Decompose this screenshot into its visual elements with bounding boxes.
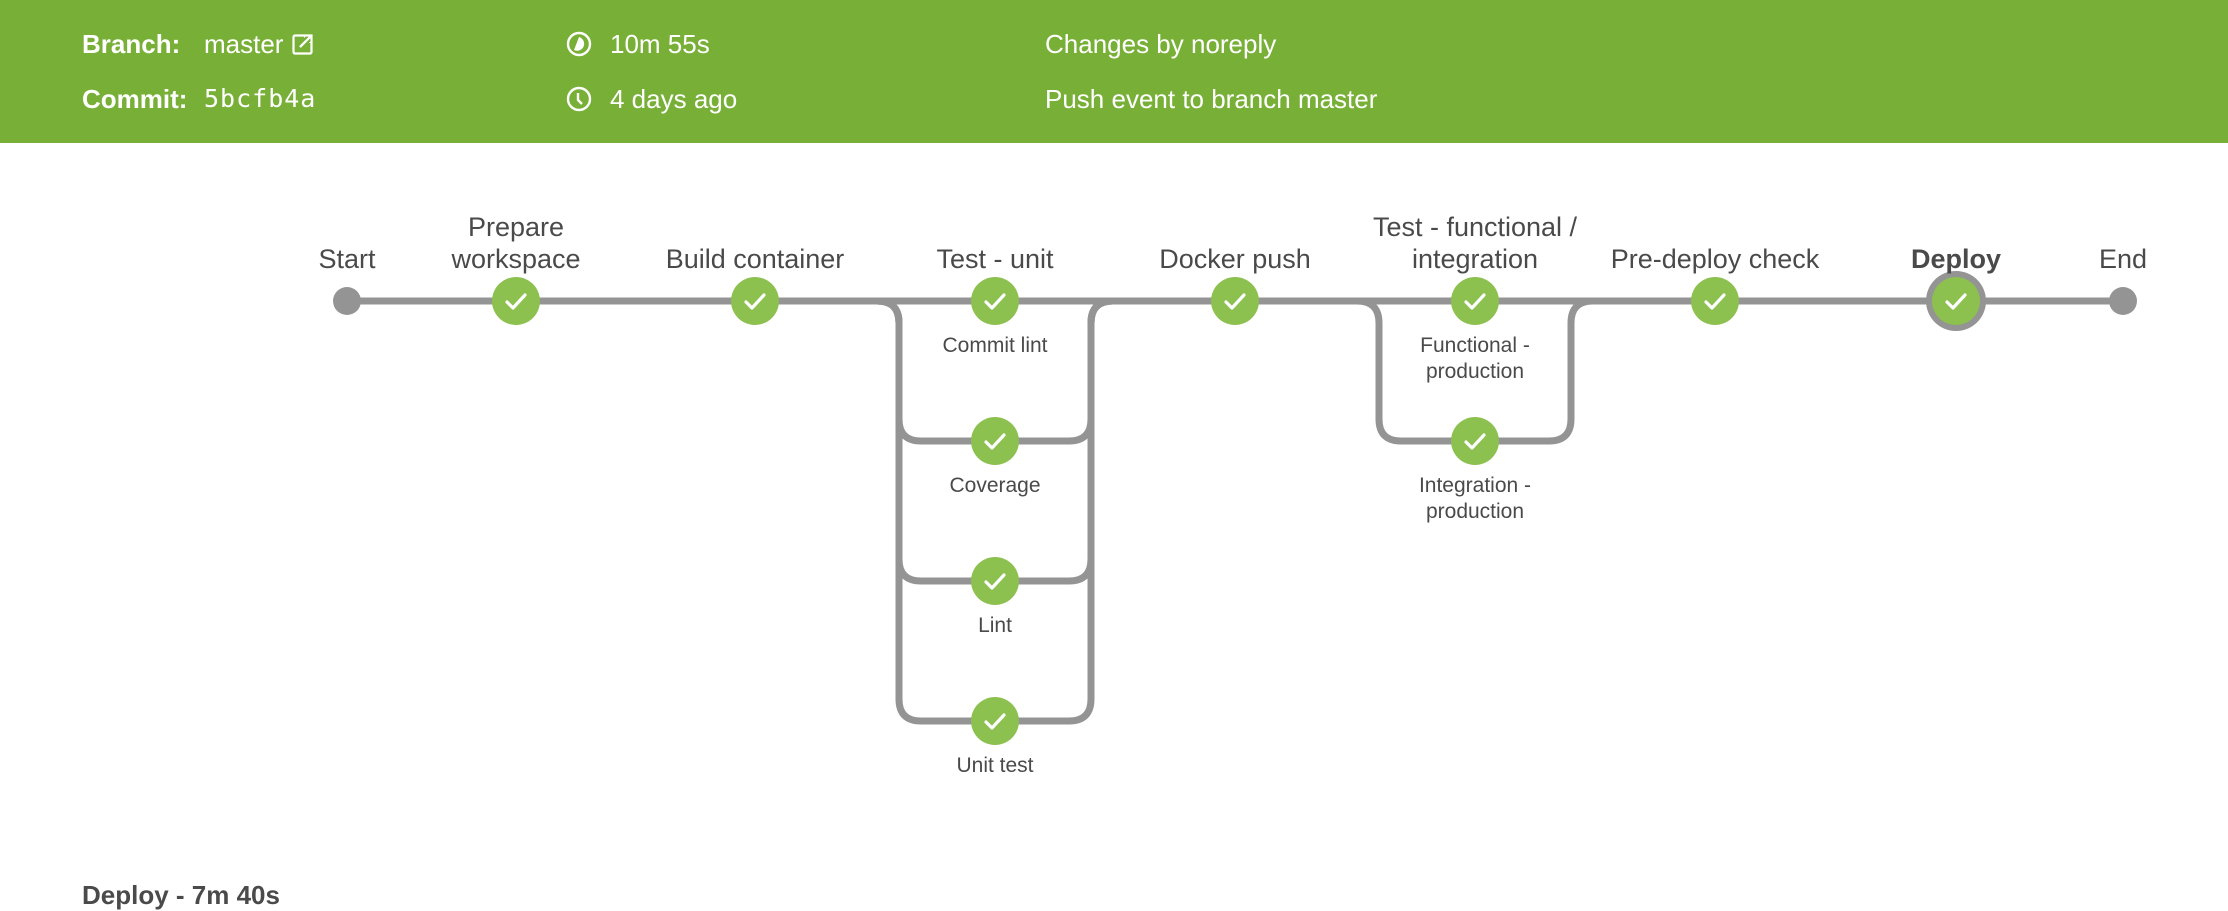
duration-row: 10m 55s [566,29,710,59]
parallel-label: Unit test [956,754,1034,777]
parallel-label: Coverage [949,474,1041,497]
branch-value[interactable]: master [204,29,283,59]
stage-label-build: Build container [665,244,845,274]
commit-label: Commit: [82,84,188,114]
stage-label-start: Start [318,244,376,274]
run-summary-header: Branch: master Commit: 5bcfb4a 10m 55s 4… [0,0,2228,143]
stage-node-start[interactable] [333,287,361,315]
stage-label-test-unit: Test - unit [936,244,1054,274]
stage-label-deploy: Deploy [1910,244,2002,274]
pipeline-graph: Start Prepare workspace Build container Test… [0,143,2228,843]
duration-value: 10m 55s [610,29,710,59]
branch-row: Branch: master [82,29,316,59]
time-ago-value: 4 days ago [610,84,738,114]
time-row: 4 days ago [566,84,737,114]
commit-hash: 5bcfb4a [204,84,317,113]
parallel-node-integration-production[interactable] [1451,417,1499,465]
parallel-node-functional-production[interactable] [1451,277,1499,325]
branch-label: Branch: [82,29,181,59]
parallel-label: Lint [978,614,1012,637]
parallel-label: Commit lint [942,334,1048,357]
cause-text: Push event to branch master [1045,84,1378,114]
selected-stage-title: Deploy - 7m 40s [82,880,280,910]
clock-icon [566,86,592,112]
stage-node-build[interactable] [731,277,779,325]
parallel-node-lint[interactable] [971,557,1019,605]
parallel-label: Functional - production [1420,334,1530,383]
parallel-node-unit-test[interactable] [971,697,1019,745]
external-link-icon[interactable] [291,32,316,56]
parallel-node-coverage[interactable] [971,417,1019,465]
stage-node-prepare[interactable] [492,277,540,325]
stage-label-end: End [2098,244,2148,274]
stage-node-predeploy[interactable] [1691,277,1739,325]
stage-label-prepare: Prepare workspace [451,212,581,274]
parallel-node-commit-lint[interactable] [971,277,1019,325]
stage-node-docker[interactable] [1211,277,1259,325]
changes-text: Changes by noreply [1045,29,1277,59]
duration-pie-icon [566,31,592,57]
parallel-label: Integration - production [1418,474,1532,523]
stage-node-deploy[interactable] [1932,277,1980,325]
commit-row: Commit: 5bcfb4a [82,84,316,114]
stage-node-end[interactable] [2109,287,2137,315]
stage-label-docker: Docker push [1159,244,1311,274]
stage-label-predeploy: Pre-deploy check [1610,244,1820,274]
parallel-branch-connector [876,297,1114,725]
stage-label-test-func: Test - functional / integration [1372,212,1578,274]
